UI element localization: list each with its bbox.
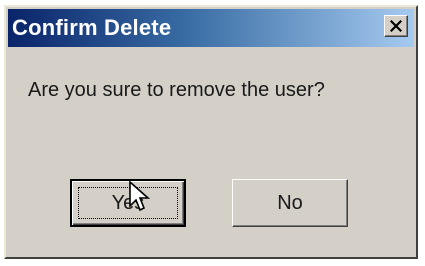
yes-button[interactable]: Yes	[70, 179, 186, 227]
title-bar[interactable]: Confirm Delete	[8, 9, 414, 47]
confirm-delete-dialog: Confirm Delete Are you sure to remove th…	[4, 5, 418, 259]
no-button-label: No	[277, 191, 303, 214]
close-icon	[385, 16, 407, 36]
dialog-title: Confirm Delete	[12, 15, 172, 40]
no-button[interactable]: No	[232, 179, 348, 227]
confirm-message: Are you sure to remove the user?	[28, 79, 325, 101]
close-button[interactable]	[384, 15, 408, 37]
yes-button-label: Yes	[111, 191, 145, 214]
